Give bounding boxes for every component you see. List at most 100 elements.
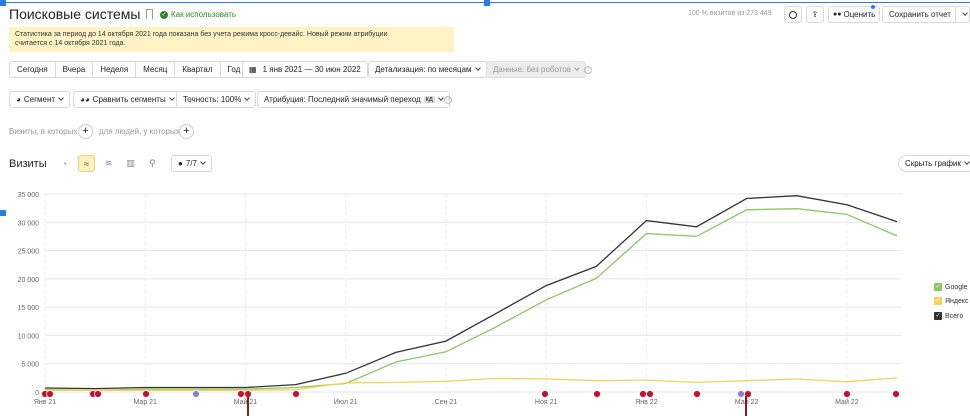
help-icon[interactable]: ? bbox=[584, 66, 592, 74]
y-tick-label: 35 000 bbox=[18, 192, 40, 199]
checkbox-icon: ✓ bbox=[934, 297, 942, 305]
period-month[interactable]: Месяц bbox=[136, 62, 176, 77]
attribution-dropdown[interactable]: Атрибуция: Последний значимый переход кд bbox=[257, 91, 450, 108]
event-marker bbox=[94, 390, 102, 398]
metrics-dropdown[interactable]: ● 7/7 bbox=[171, 155, 212, 172]
period-today[interactable]: Сегодня bbox=[10, 62, 56, 77]
legend-item-google[interactable]: ✓ Google bbox=[934, 283, 968, 291]
chevron-down-icon bbox=[244, 95, 251, 101]
attribution-notice: Статистика за период до 14 октября 2021 … bbox=[9, 27, 454, 52]
notification-dot bbox=[871, 5, 875, 9]
chevron-down-icon bbox=[964, 159, 970, 165]
visits-where-label: Визиты, в которых bbox=[9, 127, 78, 136]
x-tick-label: Июл 21 bbox=[334, 399, 358, 406]
checkbox-icon: ✓ bbox=[934, 312, 942, 320]
how-to-use-label: Как использовать bbox=[171, 10, 237, 19]
help-icon[interactable]: ? bbox=[444, 96, 452, 104]
save-report-label: Сохранить отчет bbox=[889, 10, 951, 19]
event-marker bbox=[541, 390, 549, 398]
chevron-down-icon bbox=[574, 65, 580, 71]
y-tick-label: 5 000 bbox=[21, 362, 39, 369]
legend-label-yandex: Яндекс bbox=[945, 297, 969, 305]
y-tick-label: 20 000 bbox=[18, 277, 40, 284]
event-marker bbox=[737, 390, 745, 398]
segment-button[interactable]: ◕ Сегмент bbox=[9, 91, 71, 108]
period-quarter[interactable]: Квартал bbox=[175, 62, 221, 77]
checkbox-icon: ✓ bbox=[934, 283, 942, 291]
legend-label-google: Google bbox=[945, 283, 968, 291]
people-where-label: для людей, у которых bbox=[99, 127, 180, 136]
period-week[interactable]: Неделя bbox=[93, 62, 137, 77]
attribution-badge: кд bbox=[423, 96, 435, 103]
attribution-label: Атрибуция: Последний значимый переход bbox=[264, 95, 421, 104]
period-yesterday[interactable]: Вчера bbox=[56, 62, 94, 77]
event-marker bbox=[843, 390, 851, 398]
y-tick-label: 10 000 bbox=[18, 333, 40, 340]
bookmark-icon[interactable] bbox=[146, 9, 153, 19]
add-visit-condition-button[interactable]: + bbox=[78, 124, 93, 139]
notice-line-2: считается с 14 октября 2021 года. bbox=[15, 40, 126, 47]
calendar-icon: ▦ bbox=[249, 65, 257, 74]
accuracy-label: Точность: 100% bbox=[183, 95, 242, 104]
chevron-down-icon bbox=[437, 95, 444, 101]
event-marker bbox=[593, 390, 601, 398]
compare-segments-button[interactable]: ◕◕ Сравнить сегменты bbox=[73, 91, 181, 108]
segment-label: Сегмент bbox=[23, 95, 56, 104]
add-people-condition-button[interactable]: + bbox=[179, 124, 194, 139]
chevron-down-icon bbox=[961, 10, 968, 16]
hide-chart-label: Скрыть график bbox=[905, 159, 961, 168]
pie-chart-icon[interactable]: ◔ bbox=[56, 155, 73, 172]
hide-chart-button[interactable]: Скрыть график bbox=[898, 155, 970, 172]
compare-label: Сравнить сегменты bbox=[92, 95, 166, 104]
event-marker bbox=[192, 390, 200, 398]
page-title: Поисковые системы bbox=[9, 6, 141, 22]
data-filter-dropdown[interactable]: Данные: без роботов bbox=[486, 61, 587, 78]
data-filter-label: Данные: без роботов bbox=[493, 65, 572, 74]
series-line-Всего bbox=[44, 195, 898, 390]
period-selector: Сегодня Вчера Неделя Месяц Квартал Год bbox=[9, 61, 249, 78]
save-report-button[interactable]: Сохранить отчет bbox=[882, 6, 958, 23]
rate-label: Оценить bbox=[843, 10, 876, 19]
how-to-use-link[interactable]: ✓ Как использовать bbox=[160, 10, 236, 19]
visits-info: 100 % визитов из 273 449 bbox=[688, 10, 772, 17]
line-chart-icon[interactable]: ≈ bbox=[78, 155, 95, 172]
date-range-label: 1 янв 2021 — 30 июн 2022 bbox=[262, 65, 361, 74]
x-tick-label: Сен 21 bbox=[435, 399, 458, 406]
rate-icon: ●● bbox=[833, 11, 842, 18]
clock-icon bbox=[789, 10, 797, 19]
event-marker bbox=[892, 390, 900, 398]
check-circle-icon: ✓ bbox=[160, 10, 168, 19]
x-tick-label: Май 21 bbox=[234, 398, 258, 406]
series-line-Google bbox=[44, 208, 898, 391]
share-icon: ⇪ bbox=[811, 10, 819, 19]
event-marker bbox=[292, 390, 300, 398]
more-button[interactable] bbox=[955, 6, 970, 23]
metrics-count: 7/7 bbox=[185, 159, 197, 168]
chevron-down-icon bbox=[474, 65, 481, 71]
chart-title: Визиты bbox=[9, 158, 47, 170]
event-marker bbox=[46, 390, 54, 398]
selection-handle-corner[interactable] bbox=[0, 0, 6, 6]
chevron-down-icon bbox=[168, 95, 175, 101]
selection-handle-top[interactable] bbox=[484, 0, 490, 6]
detail-dropdown[interactable]: Детализация: по месяцам bbox=[368, 61, 487, 78]
x-tick-label: Янв 22 bbox=[635, 399, 657, 406]
export-button[interactable]: ⇪ bbox=[806, 6, 824, 23]
accuracy-dropdown[interactable]: Точность: 100% bbox=[176, 91, 257, 108]
segment-icon: ◕ bbox=[16, 95, 21, 104]
compare-icon: ◕◕ bbox=[80, 95, 90, 104]
visits-chart: 0 5 000 10 000 15 000 20 000 25 000 30 000 35 0… bbox=[18, 192, 902, 416]
area-chart-icon[interactable]: ≋ bbox=[100, 155, 117, 172]
x-tick-label: Май 22 bbox=[835, 398, 859, 406]
map-pin-icon[interactable]: ⚲ bbox=[144, 155, 161, 172]
history-button[interactable] bbox=[784, 6, 802, 23]
bar-chart-icon[interactable]: ▥ bbox=[122, 155, 139, 172]
x-tick-label: Мар 21 bbox=[134, 399, 158, 406]
date-range-picker[interactable]: ▦ 1 янв 2021 — 30 июн 2022 bbox=[242, 61, 368, 78]
event-marker bbox=[639, 390, 647, 398]
legend-item-total[interactable]: ✓ Всего bbox=[934, 312, 963, 320]
legend-item-yandex[interactable]: ✓ Яндекс bbox=[934, 297, 969, 305]
y-tick-label: 25 000 bbox=[18, 249, 40, 256]
event-marker bbox=[693, 390, 701, 398]
event-marker bbox=[237, 390, 245, 398]
